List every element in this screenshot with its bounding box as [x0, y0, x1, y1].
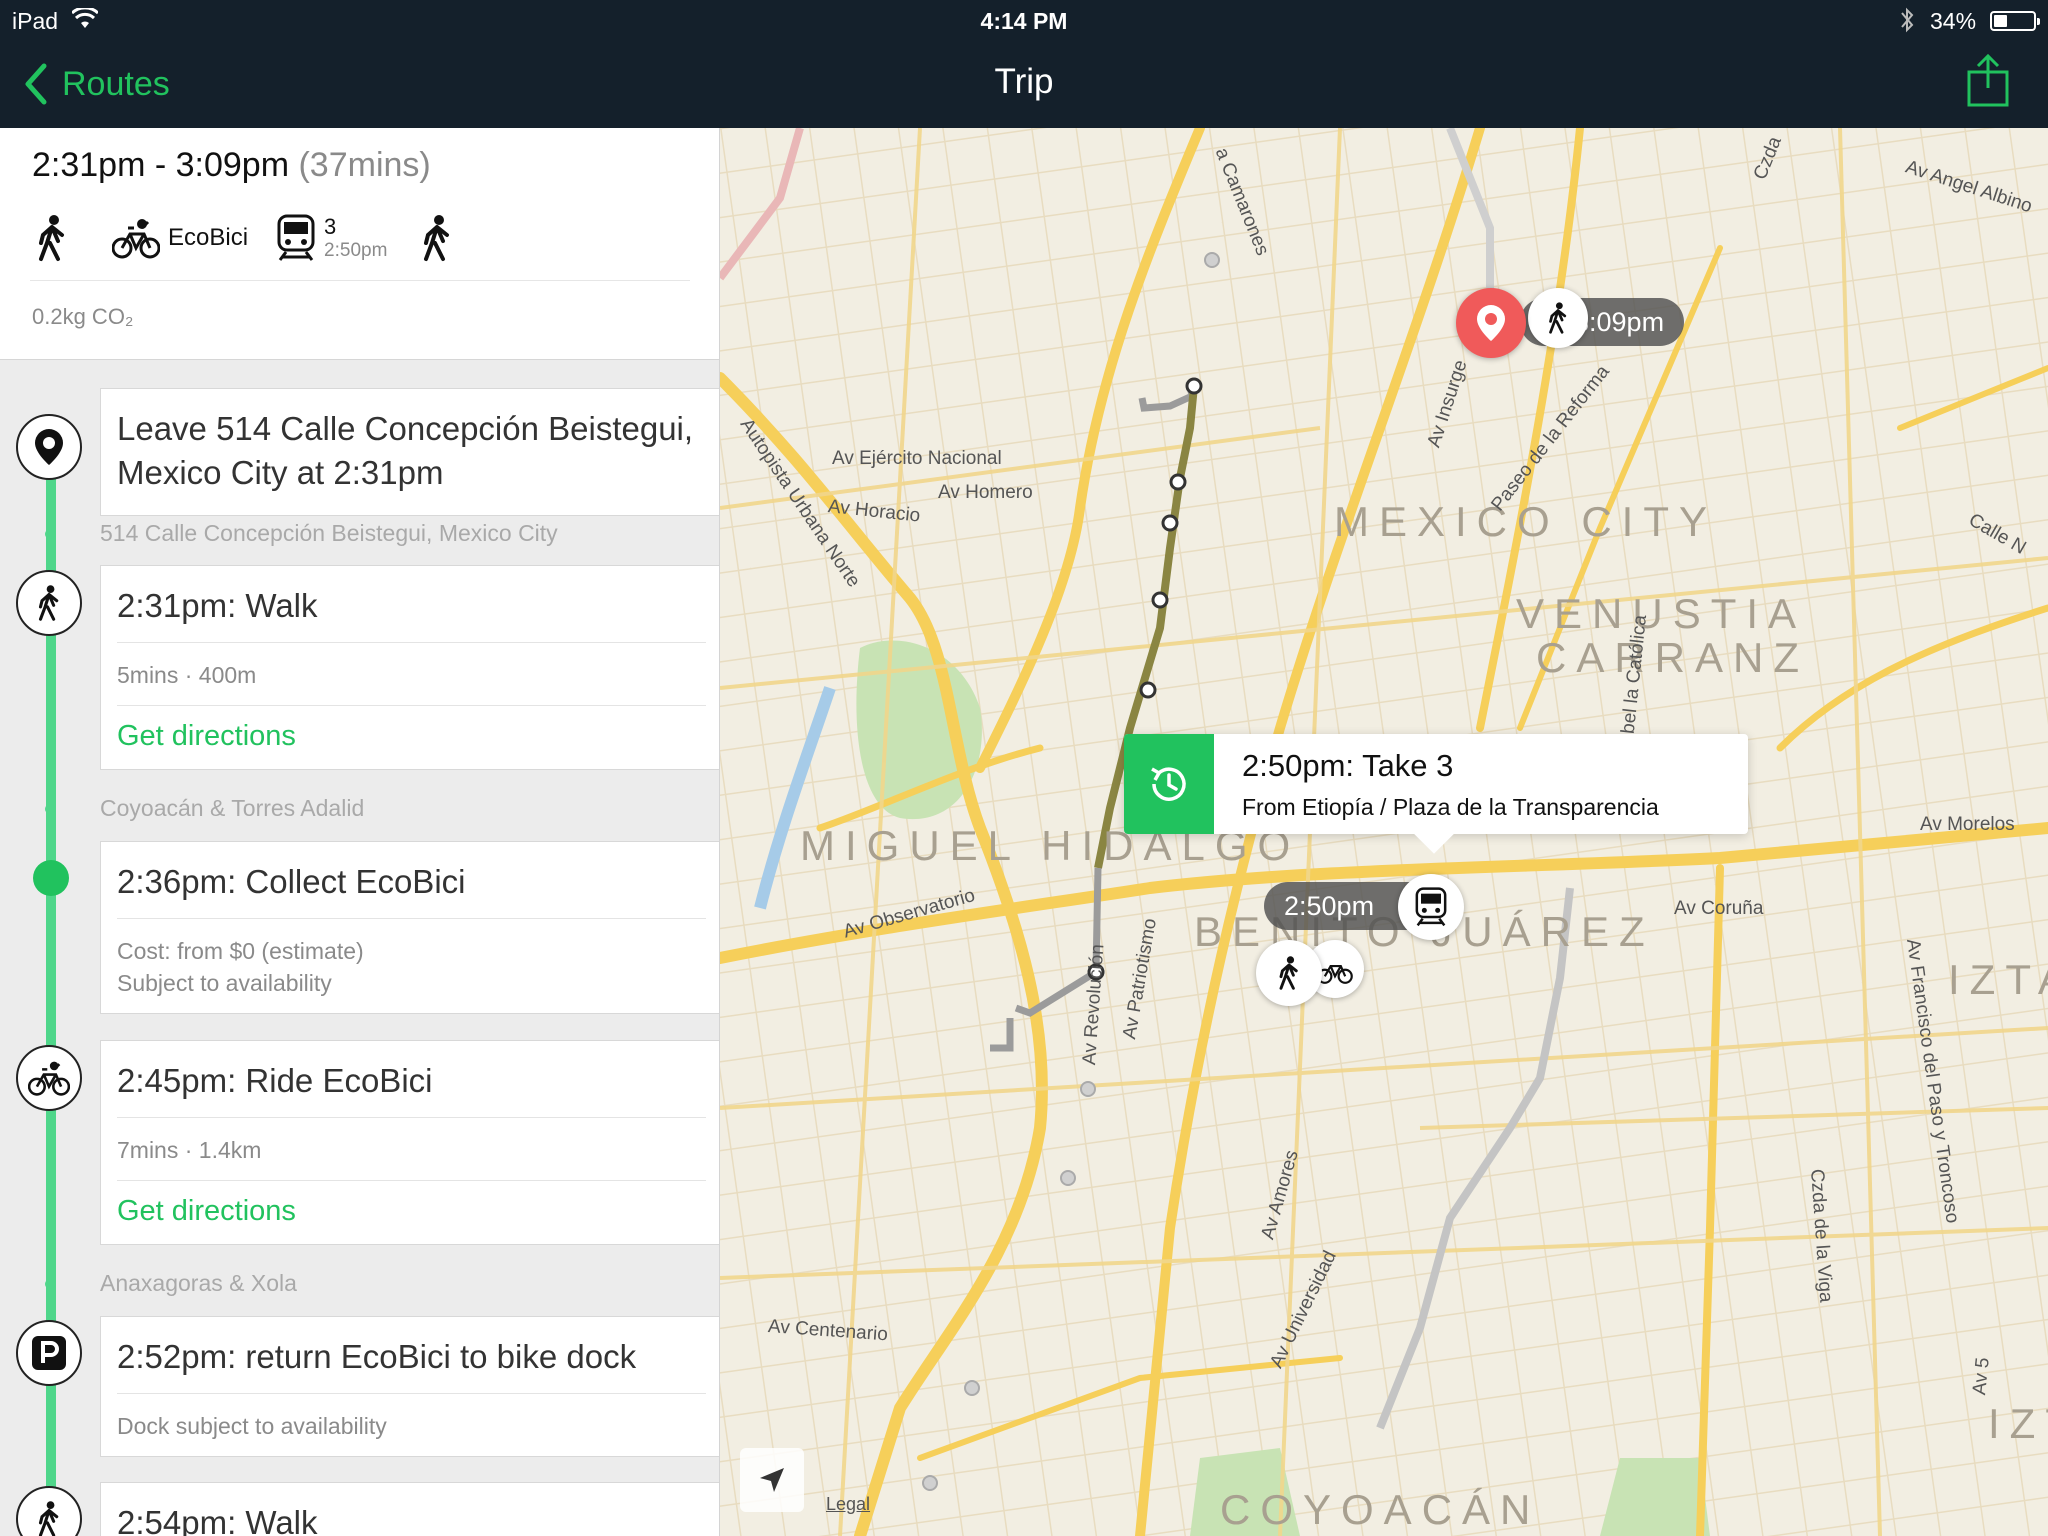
battery-percent: 34%	[1930, 8, 1977, 34]
walk-marker-icon[interactable]	[1256, 940, 1322, 1006]
step-heading: 2:36pm: Collect EcoBici	[117, 863, 466, 900]
legal-link[interactable]: Legal	[826, 1494, 870, 1515]
step-location-caption: Coyoacán & Torres Adalid	[100, 795, 365, 821]
timeline-dot	[45, 1279, 55, 1289]
share-icon[interactable]	[1966, 54, 2010, 108]
bike-step-icon	[16, 1045, 82, 1111]
timeline-dot	[45, 804, 55, 814]
rail-line-info: 3 2:50pm	[324, 214, 388, 261]
train-icon	[277, 214, 315, 261]
step-cost: Cost: from $0 (estimate)	[117, 938, 364, 964]
co2-emission: 0.2kg CO₂	[32, 304, 134, 329]
area-label: IZT	[1988, 1400, 2048, 1447]
step-location-caption: 514 Calle Concepción Beistegui, Mexico C…	[100, 520, 558, 546]
bike-icon	[112, 219, 160, 259]
callout-title: 2:50pm: Take 3	[1242, 748, 1454, 783]
step-card-leave[interactable]: Leave 514 Calle Concepción Beistegui, Me…	[100, 388, 719, 516]
walk-step-icon	[16, 570, 82, 636]
street-label: Av 5	[1969, 1356, 1994, 1397]
timeline-node	[33, 860, 69, 896]
step-heading: 2:45pm: Ride EcoBici	[117, 1062, 433, 1099]
area-label: VENUSTIA	[1516, 590, 1807, 637]
history-clock-icon[interactable]	[1124, 734, 1214, 834]
location-arrow-icon	[760, 1468, 784, 1492]
step-heading: 2:54pm: Walk	[117, 1504, 318, 1536]
trip-times: 2:31pm - 3:09pm (37mins)	[32, 146, 431, 185]
transit-callout[interactable]: 2:50pm: Take 3 From Etiopía / Plaza de l…	[1124, 734, 1748, 854]
step-card-walk-final[interactable]: 2:54pm: Walk	[100, 1482, 719, 1536]
step-meta: 5mins · 400m	[117, 662, 257, 688]
destination-pin-icon[interactable]	[1456, 288, 1526, 358]
status-bar: iPad 4:14 PM 34%	[0, 0, 2048, 42]
timeline-dot	[45, 529, 55, 539]
step-heading: 2:52pm: return EcoBici to bike dock	[117, 1338, 637, 1375]
step-meta: Dock subject to availability	[117, 1413, 387, 1439]
callout-subtitle: From Etiopía / Plaza de la Transparencia	[1242, 794, 1659, 820]
walk-step-icon	[16, 1486, 82, 1536]
street-label: Av Coruña	[1674, 898, 1764, 919]
step-heading: 2:31pm: Walk	[117, 587, 318, 624]
mode-sequence: EcoBici 3 2:50pm	[30, 208, 459, 268]
location-pin-icon	[16, 414, 82, 480]
step-heading: Leave 514 Calle Concepción Beistegui, Me…	[117, 410, 694, 491]
street-label: Av Morelos	[1920, 814, 2015, 835]
rail-departure-time: 2:50pm	[324, 240, 388, 261]
trip-time-range: 2:31pm - 3:09pm	[32, 146, 290, 184]
rail-line-number: 3	[324, 214, 337, 239]
step-card-ride[interactable]: 2:45pm: Ride EcoBici 7mins · 1.4km Get d…	[100, 1040, 719, 1245]
step-meta: Cost: from $0 (estimate) Subject to avai…	[101, 919, 719, 1013]
status-time: 4:14 PM	[980, 8, 1068, 34]
route-map[interactable]: MEXICO CITY VENUSTIA CARRANZ MIGUEL HIDA…	[720, 128, 2048, 1536]
summary-divider	[30, 280, 690, 281]
area-label: MEXICO CITY	[1334, 498, 1718, 545]
parking-icon	[16, 1320, 82, 1386]
walk-icon	[39, 215, 64, 261]
get-directions-link[interactable]: Get directions	[101, 706, 719, 769]
street-label: Av Ejército Nacional	[832, 448, 1002, 469]
battery-level	[1994, 15, 2007, 27]
bluetooth-icon	[1901, 7, 1914, 33]
trip-duration: (37mins)	[298, 146, 431, 184]
bike-mode-label: EcoBici	[168, 224, 249, 251]
step-location-caption: Anaxagoras & Xola	[100, 1270, 297, 1296]
area-label: IZTA	[1948, 956, 2048, 1003]
step-card-collect[interactable]: 2:36pm: Collect EcoBici Cost: from $0 (e…	[100, 841, 719, 1014]
step-card-return[interactable]: 2:52pm: return EcoBici to bike dock Dock…	[100, 1316, 719, 1457]
step-meta: 7mins · 1.4km	[117, 1137, 262, 1163]
walk-icon	[424, 215, 450, 261]
trip-summary: 2:31pm - 3:09pm (37mins) EcoBici 3 2:50p…	[0, 128, 719, 360]
page-title: Trip	[994, 62, 1054, 101]
street-label: Av Homero	[938, 482, 1033, 503]
battery-icon	[1990, 11, 2040, 31]
trip-panel: 2:31pm - 3:09pm (37mins) EcoBici 3 2:50p…	[0, 128, 720, 1536]
step-card-walk[interactable]: 2:31pm: Walk 5mins · 400m Get directions	[100, 565, 719, 770]
walk-marker-icon[interactable]	[1528, 288, 1588, 348]
step-availability: Subject to availability	[117, 970, 332, 996]
top-bar: iPad 4:14 PM 34% Routes Trip	[0, 0, 2048, 128]
area-label: CARRANZ	[1536, 634, 1810, 681]
area-label: COYOACÁN	[1220, 1486, 1541, 1533]
get-directions-link[interactable]: Get directions	[101, 1181, 719, 1244]
train-marker-icon[interactable]	[1398, 874, 1464, 940]
locate-me-button[interactable]	[740, 1448, 804, 1512]
